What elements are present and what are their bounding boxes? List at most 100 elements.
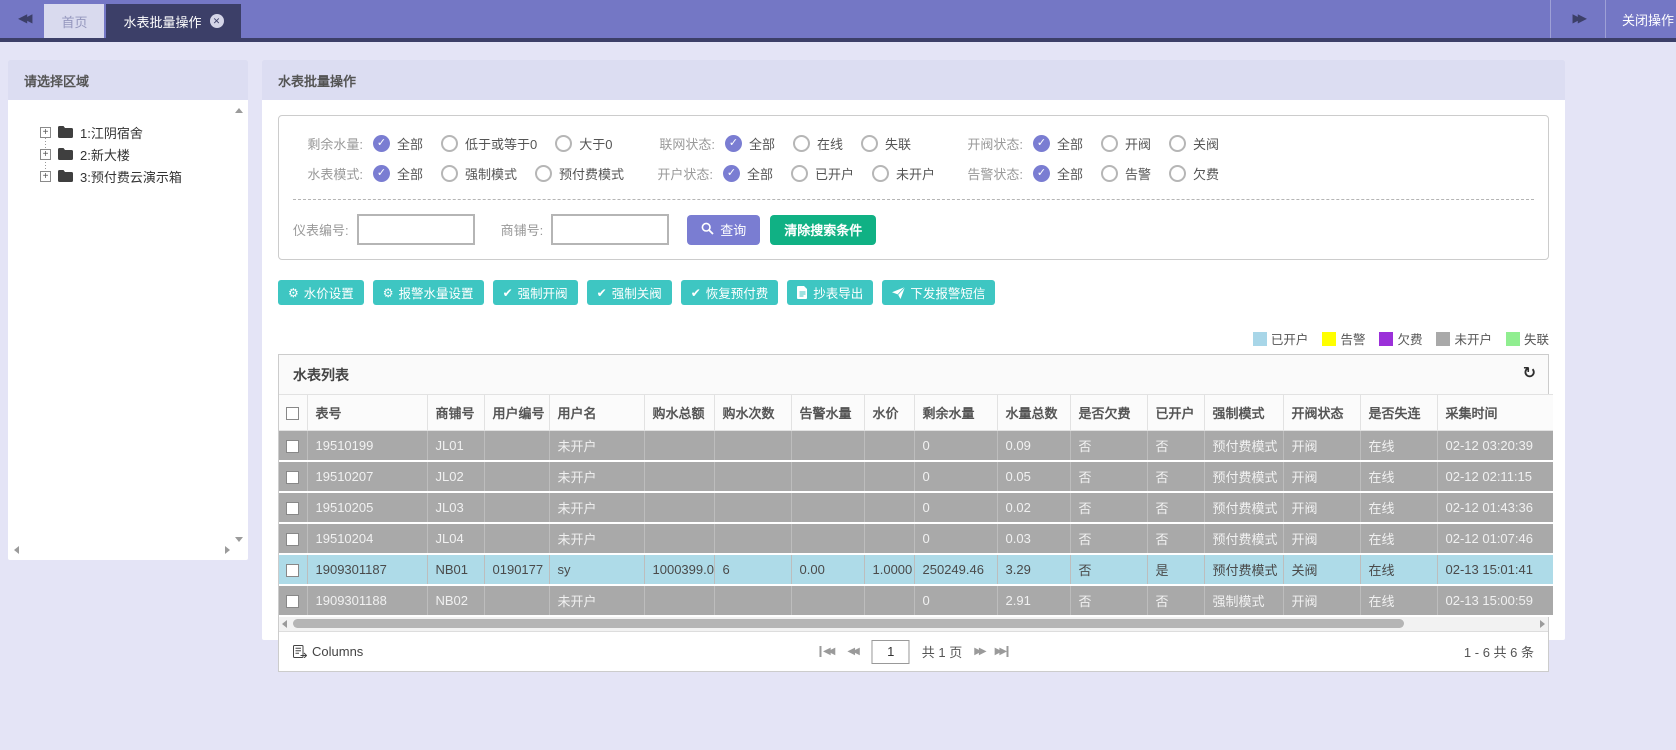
radio-开阀[interactable] xyxy=(1101,135,1118,152)
radio-label[interactable]: 低于或等于0 xyxy=(465,134,537,153)
column-header-用户编号[interactable]: 用户编号 xyxy=(484,395,549,431)
refresh-icon[interactable]: ↻ xyxy=(1523,363,1536,383)
scrollbar-right-icon[interactable] xyxy=(1540,620,1545,628)
table-row[interactable]: 19510199JL01未开户00.09否否预付费模式开阀在线02-12 03:… xyxy=(279,431,1553,462)
row-checkbox[interactable] xyxy=(286,564,299,577)
row-checkbox[interactable] xyxy=(286,502,299,515)
column-header-告警水量[interactable]: 告警水量 xyxy=(791,395,864,431)
tab-batch-operation[interactable]: 水表批量操作✕ xyxy=(106,4,240,38)
action-button-强制开阀[interactable]: ✔强制开阀 xyxy=(493,280,578,305)
column-header-开阀状态[interactable]: 开阀状态 xyxy=(1283,395,1360,431)
scroll-tabs-right-icon[interactable]: ▶▶ xyxy=(1551,11,1605,25)
column-header-水价[interactable]: 水价 xyxy=(864,395,914,431)
clear-search-button[interactable]: 清除搜索条件 xyxy=(770,215,876,245)
table-row[interactable]: 1909301188NB02未开户02.91否否强制模式开阀在线02-13 15… xyxy=(279,585,1553,616)
radio-label[interactable]: 失联 xyxy=(885,134,911,153)
column-header-购水总额[interactable]: 购水总额 xyxy=(644,395,714,431)
radio-低于或等于0[interactable] xyxy=(441,135,458,152)
select-all-checkbox[interactable] xyxy=(286,407,299,420)
column-header-商铺号[interactable]: 商铺号 xyxy=(427,395,484,431)
radio-全部[interactable]: ✓ xyxy=(373,135,390,152)
prev-page-icon[interactable]: ◀◀ xyxy=(847,646,859,657)
row-checkbox[interactable] xyxy=(286,595,299,608)
meter-no-input[interactable] xyxy=(357,214,475,245)
column-header-剩余水量[interactable]: 剩余水量 xyxy=(914,395,997,431)
action-button-恢复预付费[interactable]: ✔恢复预付费 xyxy=(681,280,779,305)
scrollbar-left-icon[interactable] xyxy=(282,620,287,628)
scrollbar-thumb[interactable] xyxy=(293,619,1404,628)
column-header-表号[interactable]: 表号 xyxy=(307,395,427,431)
last-page-icon[interactable]: ▶▶ xyxy=(995,646,1008,657)
radio-label[interactable]: 未开户 xyxy=(896,164,935,183)
table-horizontal-scrollbar[interactable] xyxy=(279,617,1548,631)
columns-button[interactable]: Columns xyxy=(293,644,363,659)
radio-label[interactable]: 在线 xyxy=(817,134,843,153)
column-header-水量总数[interactable]: 水量总数 xyxy=(997,395,1070,431)
close-operations-menu[interactable]: 关闭操作 xyxy=(1606,10,1676,29)
tab-close-icon[interactable]: ✕ xyxy=(210,14,224,28)
tree-scroll-left-icon[interactable] xyxy=(14,546,19,554)
radio-全部[interactable]: ✓ xyxy=(1033,165,1050,182)
radio-label[interactable]: 强制模式 xyxy=(465,164,517,183)
radio-label[interactable]: 全部 xyxy=(747,164,773,183)
tree-node-2[interactable]: +2:新大楼 xyxy=(40,144,240,164)
action-button-抄表导出[interactable]: 抄表导出 xyxy=(787,280,873,305)
radio-label[interactable]: 全部 xyxy=(397,164,423,183)
column-header-购水次数[interactable]: 购水次数 xyxy=(714,395,791,431)
scroll-tabs-left-icon[interactable]: ◀◀ xyxy=(10,11,36,25)
expand-icon[interactable]: + xyxy=(40,171,51,182)
first-page-icon[interactable]: ◀◀ xyxy=(819,646,835,657)
action-button-报警水量设置[interactable]: ⚙报警水量设置 xyxy=(373,280,484,305)
radio-label[interactable]: 全部 xyxy=(1057,164,1083,183)
radio-label[interactable]: 关阀 xyxy=(1193,134,1219,153)
radio-label[interactable]: 全部 xyxy=(749,134,775,153)
column-header-是否欠费[interactable]: 是否欠费 xyxy=(1070,395,1147,431)
column-header-采集时间[interactable]: 采集时间 xyxy=(1437,395,1553,431)
radio-label[interactable]: 大于0 xyxy=(579,134,612,153)
radio-在线[interactable] xyxy=(793,135,810,152)
next-page-icon[interactable]: ▶▶ xyxy=(974,646,986,657)
column-header-已开户[interactable]: 已开户 xyxy=(1147,395,1204,431)
radio-欠费[interactable] xyxy=(1169,165,1186,182)
row-checkbox[interactable] xyxy=(286,440,299,453)
column-header-是否失连[interactable]: 是否失连 xyxy=(1360,395,1437,431)
radio-告警[interactable] xyxy=(1101,165,1118,182)
shop-no-input[interactable] xyxy=(551,214,669,245)
row-checkbox[interactable] xyxy=(286,471,299,484)
radio-全部[interactable]: ✓ xyxy=(725,135,742,152)
table-row[interactable]: 1909301187NB010190177sy1000399.0060.001.… xyxy=(279,554,1553,585)
expand-icon[interactable]: + xyxy=(40,127,51,138)
radio-关阀[interactable] xyxy=(1169,135,1186,152)
radio-未开户[interactable] xyxy=(872,165,889,182)
radio-label[interactable]: 全部 xyxy=(397,134,423,153)
tree-node-3[interactable]: +3:预付费云演示箱 xyxy=(40,166,240,186)
tree-scroll-up-icon[interactable] xyxy=(235,108,243,113)
radio-大于0[interactable] xyxy=(555,135,572,152)
table-row[interactable]: 19510204JL04未开户00.03否否预付费模式开阀在线02-12 01:… xyxy=(279,523,1553,554)
page-number-input[interactable] xyxy=(872,640,910,664)
radio-label[interactable]: 欠费 xyxy=(1193,164,1219,183)
table-row[interactable]: 19510205JL03未开户00.02否否预付费模式开阀在线02-12 01:… xyxy=(279,492,1553,523)
radio-label[interactable]: 开阀 xyxy=(1125,134,1151,153)
search-button[interactable]: 查询 xyxy=(687,215,760,245)
radio-label[interactable]: 预付费模式 xyxy=(559,164,624,183)
column-header-用户名[interactable]: 用户名 xyxy=(549,395,644,431)
radio-label[interactable]: 全部 xyxy=(1057,134,1083,153)
radio-全部[interactable]: ✓ xyxy=(723,165,740,182)
radio-label[interactable]: 告警 xyxy=(1125,164,1151,183)
tree-node-1[interactable]: +1:江阴宿舍 xyxy=(40,122,240,142)
tree-scroll-down-icon[interactable] xyxy=(235,537,243,542)
action-button-强制关阀[interactable]: ✔强制关阀 xyxy=(587,280,672,305)
radio-已开户[interactable] xyxy=(791,165,808,182)
radio-全部[interactable]: ✓ xyxy=(373,165,390,182)
tree-scroll-right-icon[interactable] xyxy=(225,546,230,554)
expand-icon[interactable]: + xyxy=(40,149,51,160)
tab-home[interactable]: 首页 xyxy=(44,4,104,38)
action-button-水价设置[interactable]: ⚙水价设置 xyxy=(278,280,364,305)
column-header-强制模式[interactable]: 强制模式 xyxy=(1204,395,1283,431)
radio-label[interactable]: 已开户 xyxy=(815,164,854,183)
table-row[interactable]: 19510207JL02未开户00.05否否预付费模式开阀在线02-12 02:… xyxy=(279,461,1553,492)
radio-全部[interactable]: ✓ xyxy=(1033,135,1050,152)
radio-强制模式[interactable] xyxy=(441,165,458,182)
action-button-下发报警短信[interactable]: 下发报警短信 xyxy=(882,280,995,305)
